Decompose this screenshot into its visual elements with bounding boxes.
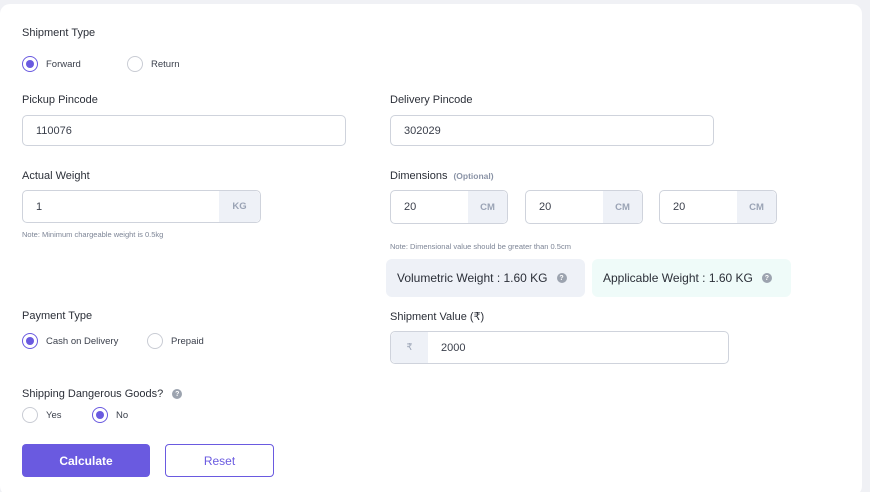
radio-prepaid[interactable]: Prepaid	[147, 333, 204, 349]
dimension-width-unit: CM	[603, 191, 642, 223]
pickup-pincode-input[interactable]: 110076	[22, 115, 346, 146]
weight-unit-suffix: KG	[219, 191, 260, 222]
dimension-height-unit: CM	[737, 191, 776, 223]
radio-dangerous-no-label: No	[116, 409, 129, 421]
payment-type-label: Payment Type	[22, 310, 93, 322]
pickup-pincode-value: 110076	[36, 124, 72, 137]
radio-return-label: Return	[151, 58, 180, 70]
dimension-height-value: 20	[673, 201, 686, 213]
pickup-pincode-label: Pickup Pincode	[22, 94, 98, 106]
radio-dangerous-yes-label: Yes	[46, 409, 62, 421]
volumetric-weight-box: Volumetric Weight : 1.60 KG ?	[386, 259, 585, 297]
dimension-length-input[interactable]: 20 CM	[390, 190, 508, 224]
help-icon[interactable]: ?	[761, 273, 772, 283]
dimensions-note: Note: Dimensional value should be greate…	[390, 242, 571, 251]
dangerous-goods-label-text: Shipping Dangerous Goods?	[22, 388, 164, 400]
radio-forward-indicator[interactable]	[22, 56, 38, 72]
actual-weight-value: 1	[36, 200, 43, 213]
radio-cod-label: Cash on Delivery	[46, 335, 119, 347]
rupee-prefix: ₹	[391, 332, 428, 363]
dimensions-label: Dimensions (Optional)	[390, 170, 494, 182]
actual-weight-label: Actual Weight	[22, 170, 90, 182]
shipment-value-input[interactable]: ₹ 2000	[390, 331, 729, 364]
calculate-button[interactable]: Calculate	[22, 444, 150, 477]
radio-return[interactable]: Return	[127, 56, 180, 72]
delivery-pincode-label: Delivery Pincode	[390, 94, 473, 106]
weight-note: Note: Minimum chargeable weight is 0.5kg	[22, 230, 164, 239]
dimension-length-value: 20	[404, 201, 417, 213]
dimension-width-value: 20	[539, 201, 552, 213]
volumetric-weight-text: Volumetric Weight : 1.60 KG	[397, 271, 548, 285]
reset-button[interactable]: Reset	[165, 444, 274, 477]
radio-cod[interactable]: Cash on Delivery	[22, 333, 118, 349]
actual-weight-input[interactable]: 1 KG	[22, 190, 261, 223]
calculator-card: Shipment Type Forward Return Pickup Pinc…	[0, 4, 862, 492]
dimensions-optional-tag: (Optional)	[453, 171, 494, 181]
help-icon[interactable]: ?	[556, 273, 567, 283]
shipment-type-label: Shipment Type	[22, 27, 96, 39]
radio-dangerous-no-indicator[interactable]	[92, 407, 108, 423]
dimension-height-input[interactable]: 20 CM	[659, 190, 777, 224]
delivery-pincode-value: 302029	[404, 124, 441, 137]
radio-return-indicator[interactable]	[127, 56, 143, 72]
radio-dangerous-yes-indicator[interactable]	[22, 407, 38, 423]
dangerous-goods-label: Shipping Dangerous Goods? ?	[22, 388, 183, 400]
dimension-width-input[interactable]: 20 CM	[525, 190, 643, 224]
radio-dangerous-no[interactable]: No	[92, 407, 128, 423]
help-icon[interactable]: ?	[172, 389, 183, 399]
radio-prepaid-label: Prepaid	[171, 335, 204, 347]
delivery-pincode-input[interactable]: 302029	[390, 115, 714, 146]
radio-prepaid-indicator[interactable]	[147, 333, 163, 349]
radio-forward-label: Forward	[46, 58, 81, 70]
dimensions-label-text: Dimensions	[390, 170, 448, 182]
shipment-value-value: 2000	[441, 341, 466, 354]
applicable-weight-text: Applicable Weight : 1.60 KG	[603, 271, 753, 285]
applicable-weight-box: Applicable Weight : 1.60 KG ?	[592, 259, 791, 297]
dimension-length-unit: CM	[468, 191, 507, 223]
radio-dangerous-yes[interactable]: Yes	[22, 407, 62, 423]
radio-cod-indicator[interactable]	[22, 333, 38, 349]
radio-forward[interactable]: Forward	[22, 56, 81, 72]
shipment-value-label: Shipment Value (₹)	[390, 311, 485, 323]
